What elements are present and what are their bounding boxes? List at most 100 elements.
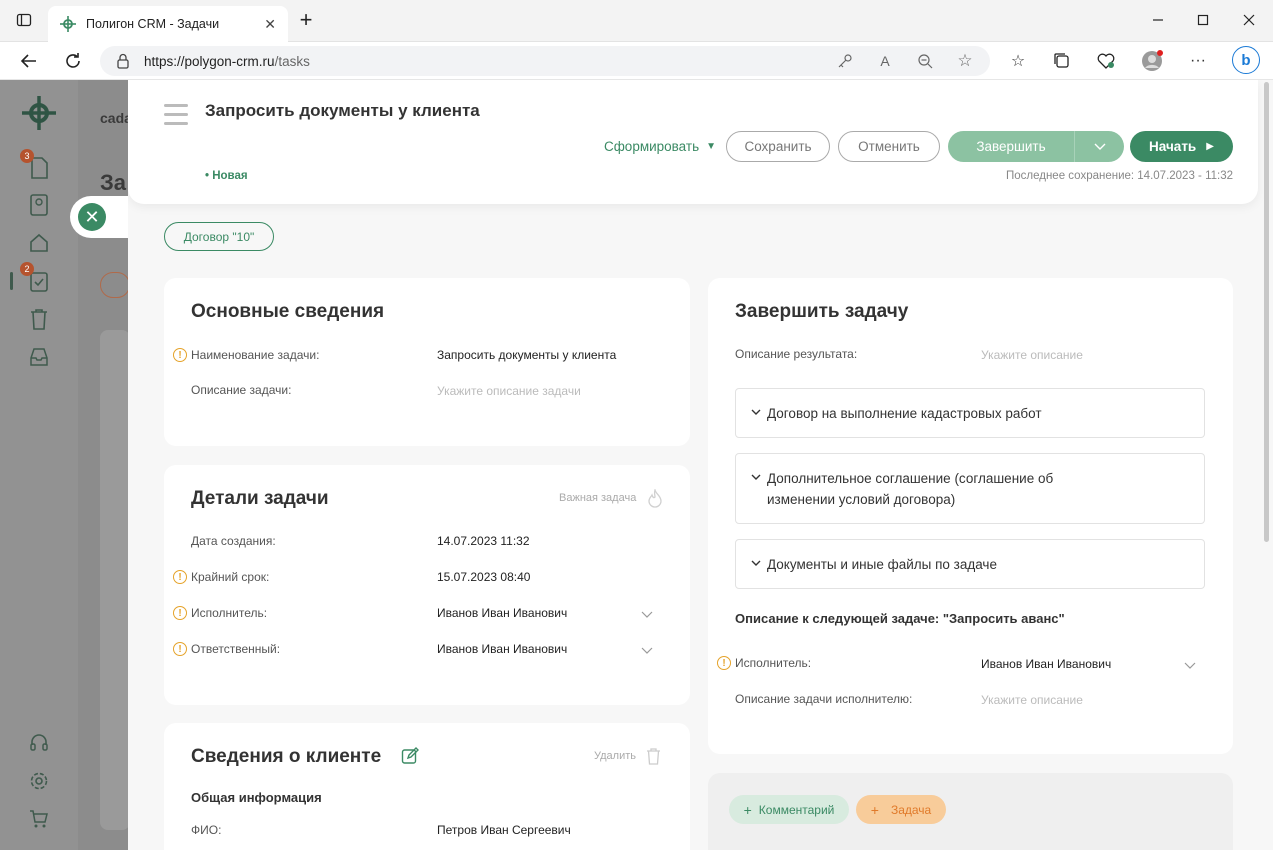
general-info-heading: Общая информация	[191, 790, 322, 805]
accordion-additional-agreement[interactable]: Дополнительное соглашение (соглашение об…	[735, 453, 1205, 524]
maximize-icon[interactable]	[1193, 10, 1213, 30]
key-icon[interactable]	[834, 50, 856, 72]
read-aloud-icon[interactable]: A	[874, 50, 896, 72]
accordion-contract[interactable]: Договор на выполнение кадастровых работ	[735, 388, 1205, 438]
lock-icon	[117, 53, 129, 69]
executor-desc-field[interactable]: Укажите описание	[981, 693, 1083, 707]
client-info-title: Сведения о клиенте	[191, 746, 382, 767]
app-logo-icon[interactable]	[18, 92, 60, 134]
task-drawer: Запросить документы у клиента • Новая По…	[128, 80, 1273, 850]
cancel-button[interactable]: Отменить	[838, 131, 940, 162]
page-scrollbar[interactable]	[1264, 82, 1269, 542]
fire-icon[interactable]	[647, 487, 663, 511]
tab-actions-icon[interactable]	[14, 10, 34, 30]
edit-icon[interactable]	[401, 747, 419, 768]
zoom-out-icon[interactable]	[914, 50, 936, 72]
add-comment-label: Комментарий	[758, 802, 835, 817]
nav-documents-icon[interactable]: 3	[20, 149, 52, 181]
finish-button[interactable]: Завершить	[948, 131, 1074, 162]
accordion-documents-label: Документы и иные файлы по задаче	[767, 557, 997, 572]
nav-support-icon[interactable]	[26, 730, 52, 756]
finish-options-button[interactable]	[1074, 131, 1124, 162]
chevron-down-icon[interactable]	[641, 644, 653, 656]
active-nav-indicator	[10, 272, 13, 290]
bg-panel	[100, 330, 130, 830]
plus-icon: +	[743, 801, 752, 818]
main-info-card: Основные сведения ! Наименование задачи:…	[164, 278, 690, 446]
warning-icon: !	[173, 642, 187, 656]
favorite-star-icon[interactable]: ☆	[954, 50, 976, 72]
next-task-heading: Описание к следующей задаче: "Запросить …	[735, 611, 1065, 626]
delete-client-label[interactable]: Удалить	[594, 750, 636, 762]
back-icon[interactable]	[18, 50, 40, 72]
start-button[interactable]: Начать ▶	[1130, 131, 1233, 162]
created-date-value: 14.07.2023 11:32	[437, 534, 530, 548]
chevron-down-icon	[751, 474, 761, 480]
minimize-icon[interactable]	[1148, 10, 1168, 30]
bing-copilot-icon[interactable]: b	[1232, 46, 1260, 74]
chevron-down-icon[interactable]	[641, 608, 653, 620]
accordion-documents[interactable]: Документы и иные файлы по задаче	[735, 539, 1205, 589]
close-drawer-button[interactable]: ✕	[78, 203, 106, 231]
result-desc-field[interactable]: Укажите описание	[981, 348, 1083, 362]
nav-home-icon[interactable]	[26, 230, 52, 256]
play-icon: ▶	[1206, 141, 1214, 152]
task-name-field[interactable]: Запросить документы у клиента	[437, 348, 616, 362]
chevron-down-icon[interactable]	[1184, 659, 1196, 671]
tasks-badge: 2	[20, 262, 34, 276]
created-date-label: Дата создания:	[191, 534, 276, 548]
browser-tab[interactable]: Полигон CRM - Задачи ✕	[48, 6, 288, 42]
collections-icon[interactable]	[1051, 50, 1073, 72]
nav-inbox-icon[interactable]	[26, 344, 52, 370]
client-info-card: Сведения о клиенте Удалить Общая информа…	[164, 723, 690, 850]
polygon-logo-icon	[60, 16, 76, 32]
complete-task-title: Завершить задачу	[735, 301, 909, 322]
nav-trash-icon[interactable]	[26, 306, 52, 332]
favorites-icon[interactable]: ☆	[1007, 50, 1029, 72]
reload-icon[interactable]	[62, 50, 84, 72]
nav-cart-icon[interactable]	[26, 806, 52, 832]
bg-chip	[100, 272, 130, 298]
tab-close-icon[interactable]: ✕	[264, 16, 276, 33]
browser-essentials-icon[interactable]	[1095, 50, 1117, 72]
deadline-field[interactable]: 15.07.2023 08:40	[437, 570, 530, 584]
next-executor-label: Исполнитель:	[735, 656, 812, 670]
responsible-select[interactable]: Иванов Иван Иванович	[437, 642, 567, 656]
add-task-label: Задача	[890, 802, 932, 817]
new-tab-icon[interactable]: +	[296, 7, 316, 32]
nav-tasks-icon[interactable]: 2	[20, 262, 52, 294]
accordion-contract-label: Договор на выполнение кадастровых работ	[767, 406, 1042, 421]
fio-field[interactable]: Петров Иван Сергеевич	[437, 823, 571, 837]
profile-avatar[interactable]	[1141, 50, 1163, 72]
result-desc-label: Описание результата:	[735, 347, 858, 361]
bg-fragment-2: За	[100, 170, 127, 195]
complete-task-card: Завершить задачу Описание результата: Ук…	[708, 278, 1233, 754]
task-details-title: Детали задачи	[191, 488, 329, 509]
executor-select[interactable]: Иванов Иван Иванович	[437, 606, 567, 620]
browser-tabbar: Полигон CRM - Задачи ✕ +	[0, 0, 1273, 42]
add-comment-button[interactable]: + Комментарий	[729, 795, 849, 824]
window-close-icon[interactable]	[1239, 10, 1259, 30]
warning-icon: !	[173, 348, 187, 362]
executor-label: Исполнитель:	[191, 606, 268, 620]
address-bar[interactable]: https://polygon-crm.ru/tasks	[100, 46, 990, 76]
contract-chip[interactable]: Договор "10"	[164, 222, 274, 251]
next-executor-select[interactable]: Иванов Иван Иванович	[981, 657, 1111, 671]
task-desc-label: Описание задачи:	[191, 383, 292, 397]
browser-toolbar: https://polygon-crm.ru/tasks	[0, 42, 1273, 80]
trash-icon[interactable]	[646, 747, 661, 768]
more-menu-icon[interactable]: ···	[1187, 50, 1209, 72]
generate-dropdown-button[interactable]: Сформировать ▼	[598, 131, 722, 162]
status-badge: • Новая	[205, 170, 248, 182]
task-desc-field[interactable]: Укажите описание задачи	[437, 384, 581, 398]
main-info-title: Основные сведения	[191, 301, 385, 322]
nav-settings-icon[interactable]	[26, 768, 52, 794]
warning-icon: !	[173, 606, 187, 620]
add-task-button[interactable]: + Задача	[856, 795, 946, 824]
tab-title: Полигон CRM - Задачи	[86, 17, 220, 31]
app-left-nav: 3 2	[0, 80, 78, 850]
nav-contacts-icon[interactable]	[26, 192, 52, 218]
menu-icon[interactable]	[164, 104, 188, 125]
save-button[interactable]: Сохранить	[726, 131, 830, 162]
fio-label: ФИО:	[191, 823, 222, 837]
